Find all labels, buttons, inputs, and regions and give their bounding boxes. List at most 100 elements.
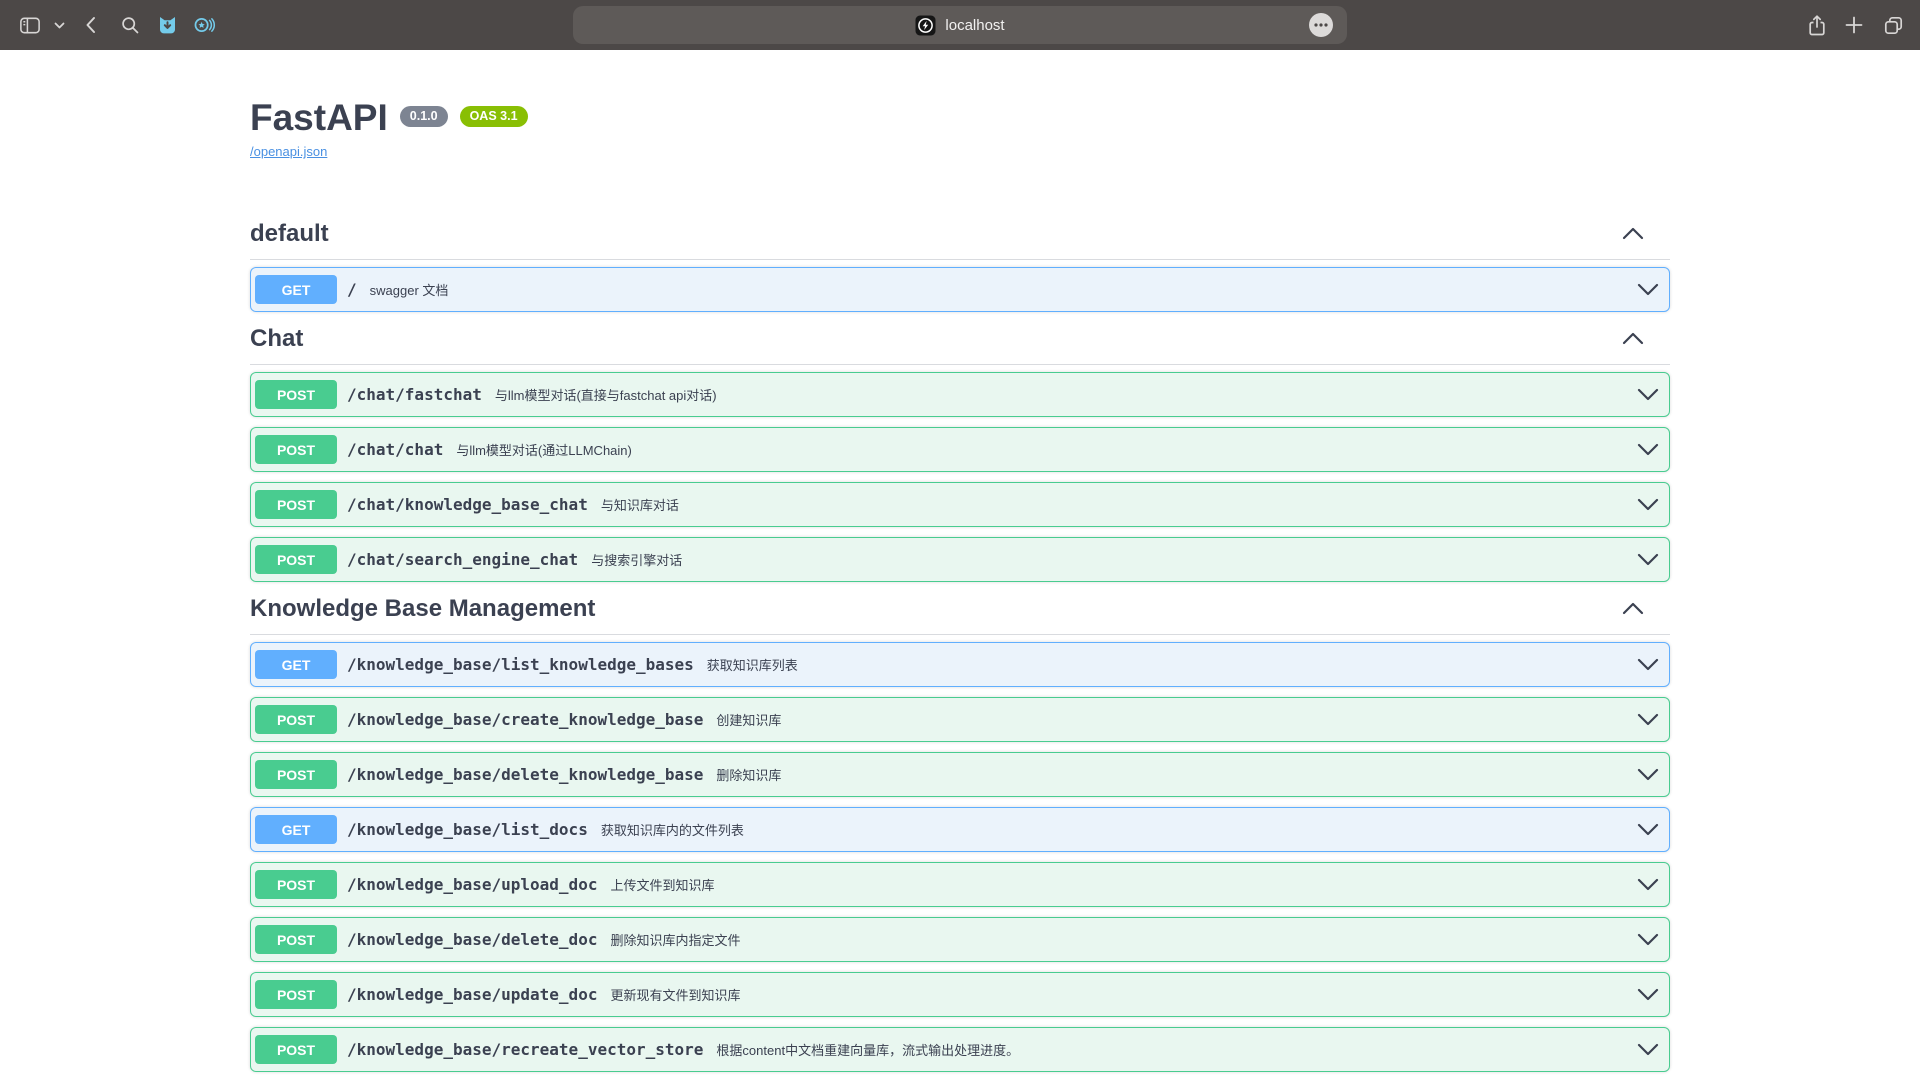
method-badge: GET bbox=[255, 650, 337, 679]
operation-summary: 根据content中文档重建向量库，流式输出处理进度。 bbox=[716, 1040, 1019, 1059]
share-icon bbox=[1806, 14, 1828, 37]
operation-summary: 删除知识库内指定文件 bbox=[610, 930, 740, 949]
method-badge: POST bbox=[255, 925, 337, 954]
method-badge: POST bbox=[255, 760, 337, 789]
method-badge: POST bbox=[255, 545, 337, 574]
operation-row[interactable]: POST /chat/fastchat 与llm模型对话(直接与fastchat… bbox=[250, 372, 1670, 417]
operation-row[interactable]: POST /chat/knowledge_base_chat 与知识库对话 bbox=[250, 482, 1670, 527]
chevron-up-icon[interactable] bbox=[1621, 227, 1645, 240]
operation-path: /knowledge_base/recreate_vector_store bbox=[347, 1040, 703, 1059]
operation-path: /chat/knowledge_base_chat bbox=[347, 495, 588, 514]
operation-path: /knowledge_base/create_knowledge_base bbox=[347, 710, 703, 729]
operation-row[interactable]: POST /knowledge_base/update_doc 更新现有文件到知… bbox=[250, 972, 1670, 1017]
api-sections: default GET / swagger 文档 Chat POST /chat… bbox=[250, 217, 1670, 1072]
chevron-down-icon[interactable] bbox=[1636, 988, 1660, 1001]
section-header[interactable]: default bbox=[250, 217, 1670, 260]
sidebar-toggle-button[interactable] bbox=[18, 13, 42, 37]
method-badge: POST bbox=[255, 435, 337, 464]
operation-path: /chat/search_engine_chat bbox=[347, 550, 578, 569]
operation-summary: 与llm模型对话(直接与fastchat api对话) bbox=[495, 385, 717, 404]
operation-row[interactable]: POST /knowledge_base/upload_doc 上传文件到知识库 bbox=[250, 862, 1670, 907]
sidebar-icon bbox=[18, 13, 42, 38]
chevron-up-icon[interactable] bbox=[1621, 602, 1645, 615]
chevron-down-icon[interactable] bbox=[1636, 388, 1660, 401]
plus-icon bbox=[1844, 15, 1864, 35]
back-button[interactable] bbox=[79, 13, 103, 37]
operation-row[interactable]: POST /knowledge_base/delete_knowledge_ba… bbox=[250, 752, 1670, 797]
method-badge: GET bbox=[255, 275, 337, 304]
browser-toolbar: localhost bbox=[0, 0, 1920, 50]
operation-path: /knowledge_base/delete_doc bbox=[347, 930, 597, 949]
chevron-down-icon[interactable] bbox=[1636, 1043, 1660, 1056]
operation-path: /knowledge_base/delete_knowledge_base bbox=[347, 765, 703, 784]
api-section: Chat POST /chat/fastchat 与llm模型对话(直接与fas… bbox=[250, 322, 1670, 582]
chevron-down-icon[interactable] bbox=[1636, 878, 1660, 891]
chevron-down-icon[interactable] bbox=[1636, 443, 1660, 456]
chevron-down-icon[interactable] bbox=[1636, 658, 1660, 671]
search-button[interactable] bbox=[118, 13, 142, 37]
api-info: FastAPI 0.1.0 OAS 3.1 /openapi.json bbox=[250, 50, 1670, 161]
operation-summary: 创建知识库 bbox=[716, 710, 781, 729]
chevron-down-icon[interactable] bbox=[1636, 498, 1660, 511]
operation-path: /knowledge_base/list_docs bbox=[347, 820, 588, 839]
operation-path: /knowledge_base/update_doc bbox=[347, 985, 597, 1004]
tab-overview-button[interactable] bbox=[1881, 13, 1905, 37]
chevron-down-icon bbox=[54, 20, 65, 31]
oas-badge: OAS 3.1 bbox=[460, 106, 528, 127]
tabs-icon bbox=[1882, 14, 1905, 37]
openapi-link[interactable]: /openapi.json bbox=[250, 144, 327, 159]
tab-group-chevron-button[interactable] bbox=[47, 13, 71, 37]
operation-summary: swagger 文档 bbox=[370, 280, 449, 299]
operation-row[interactable]: POST /chat/chat 与llm模型对话(通过LLMChain) bbox=[250, 427, 1670, 472]
address-bar[interactable]: localhost bbox=[573, 6, 1347, 44]
method-badge: GET bbox=[255, 815, 337, 844]
extensions-ellipsis-button[interactable] bbox=[1309, 13, 1333, 37]
chevron-down-icon[interactable] bbox=[1636, 823, 1660, 836]
chevron-down-icon[interactable] bbox=[1636, 933, 1660, 946]
operation-path: /knowledge_base/upload_doc bbox=[347, 875, 597, 894]
operation-path: /knowledge_base/list_knowledge_bases bbox=[347, 655, 694, 674]
section-operations: GET /knowledge_base/list_knowledge_bases… bbox=[250, 635, 1670, 1072]
operation-row[interactable]: POST /knowledge_base/create_knowledge_ba… bbox=[250, 697, 1670, 742]
method-badge: POST bbox=[255, 870, 337, 899]
operation-summary: 删除知识库 bbox=[716, 765, 781, 784]
operation-row[interactable]: GET /knowledge_base/list_docs 获取知识库内的文件列… bbox=[250, 807, 1670, 852]
chevron-up-icon[interactable] bbox=[1621, 332, 1645, 345]
new-tab-button[interactable] bbox=[1842, 13, 1866, 37]
operation-summary: 与llm模型对话(通过LLMChain) bbox=[456, 440, 632, 459]
ellipsis-icon bbox=[1313, 22, 1329, 28]
chevron-down-icon[interactable] bbox=[1636, 283, 1660, 296]
section-header[interactable]: Knowledge Base Management bbox=[250, 592, 1670, 635]
chevron-down-icon[interactable] bbox=[1636, 553, 1660, 566]
chevron-down-icon[interactable] bbox=[1636, 768, 1660, 781]
section-operations: POST /chat/fastchat 与llm模型对话(直接与fastchat… bbox=[250, 365, 1670, 582]
method-badge: POST bbox=[255, 380, 337, 409]
search-icon bbox=[120, 15, 141, 36]
extension-button-cat[interactable] bbox=[155, 13, 179, 37]
operation-path: /chat/chat bbox=[347, 440, 443, 459]
operation-summary: 上传文件到知识库 bbox=[610, 875, 714, 894]
method-badge: POST bbox=[255, 490, 337, 519]
operation-summary: 与知识库对话 bbox=[601, 495, 679, 514]
section-title: default bbox=[250, 217, 329, 250]
method-badge: POST bbox=[255, 705, 337, 734]
api-section: Knowledge Base Management GET /knowledge… bbox=[250, 592, 1670, 1072]
chevron-down-icon[interactable] bbox=[1636, 713, 1660, 726]
section-header[interactable]: Chat bbox=[250, 322, 1670, 365]
page-title: FastAPI bbox=[250, 98, 388, 138]
method-badge: POST bbox=[255, 1035, 337, 1064]
operation-row[interactable]: GET /knowledge_base/list_knowledge_bases… bbox=[250, 642, 1670, 687]
operation-row[interactable]: POST /knowledge_base/recreate_vector_sto… bbox=[250, 1027, 1670, 1072]
fastapi-favicon bbox=[915, 15, 936, 36]
operation-row[interactable]: GET / swagger 文档 bbox=[250, 267, 1670, 312]
extension-button-live[interactable] bbox=[192, 13, 216, 37]
operation-summary: 更新现有文件到知识库 bbox=[610, 985, 740, 1004]
operation-row[interactable]: POST /chat/search_engine_chat 与搜索引擎对话 bbox=[250, 537, 1670, 582]
live-circles-icon bbox=[192, 13, 216, 37]
share-button[interactable] bbox=[1805, 13, 1829, 37]
cat-badge-icon bbox=[156, 14, 179, 37]
section-title: Chat bbox=[250, 322, 303, 355]
operation-summary: 获取知识库内的文件列表 bbox=[601, 820, 744, 839]
api-section: default GET / swagger 文档 bbox=[250, 217, 1670, 312]
operation-row[interactable]: POST /knowledge_base/delete_doc 删除知识库内指定… bbox=[250, 917, 1670, 962]
